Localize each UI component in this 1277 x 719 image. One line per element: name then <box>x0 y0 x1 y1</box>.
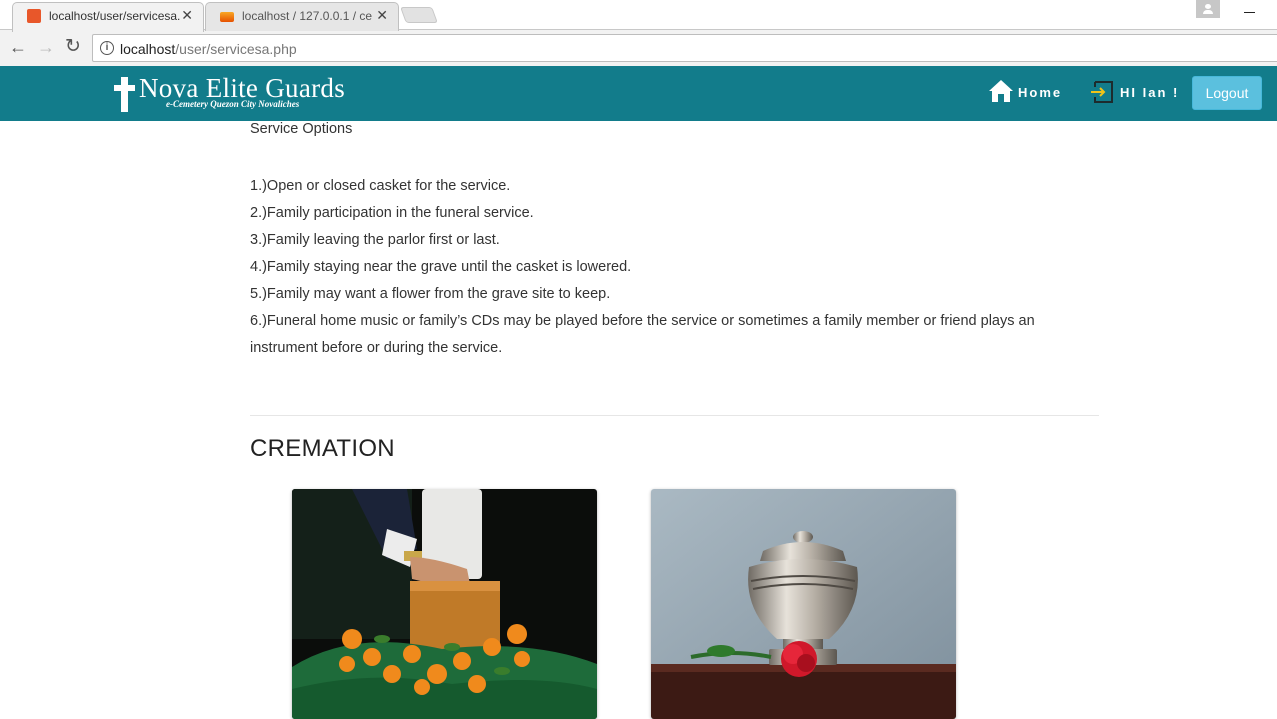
service-options-heading: Service Options <box>250 121 353 137</box>
url-text: localhost/user/servicesa.php <box>120 41 297 57</box>
section-divider <box>250 415 1099 416</box>
list-item: 6.)Funeral home music or family’s CDs ma… <box>250 313 1035 356</box>
tab-strip: localhost/user/servicesa.p ✕ localhost /… <box>0 0 1277 32</box>
close-tab-icon[interactable]: ✕ <box>376 7 388 24</box>
minimize-icon[interactable] <box>1244 12 1255 13</box>
reload-icon[interactable]: ↻ <box>65 37 81 57</box>
new-tab-button[interactable] <box>400 7 438 23</box>
list-item: 2.)Family participation in the funeral s… <box>250 205 534 221</box>
info-icon[interactable]: i <box>100 41 114 55</box>
list-item: 1.)Open or closed casket for the service… <box>250 178 511 194</box>
url-host: localhost <box>120 41 176 57</box>
cremation-urn-photo <box>651 489 956 719</box>
cremation-box-photo <box>292 489 597 719</box>
url-path: /user/servicesa.php <box>175 41 297 57</box>
browser-toolbar: ← → ↻ i localhost/user/servicesa.php <box>0 31 1277 66</box>
address-bar[interactable]: i localhost/user/servicesa.php <box>92 34 1277 62</box>
xampp-favicon-icon <box>27 9 41 23</box>
tab-title: localhost/user/servicesa.p <box>49 9 181 23</box>
list-item: 4.)Family staying near the grave until t… <box>250 259 632 275</box>
logo-tagline: e-Cemetery Quezon City Novaliches <box>166 99 300 109</box>
cremation-heading: CREMATION <box>250 435 395 462</box>
tab-servicesa[interactable]: localhost/user/servicesa.p ✕ <box>12 2 204 32</box>
browser-chrome: localhost/user/servicesa.p ✕ localhost /… <box>0 0 1277 66</box>
site-header: Nova Elite Guards e-Cemetery Quezon City… <box>0 66 1277 121</box>
list-item: 5.)Family may want a flower from the gra… <box>250 286 611 302</box>
user-profile-icon[interactable] <box>1196 0 1220 18</box>
user-greeting[interactable]: HI Ian ! <box>1120 85 1179 100</box>
cross-icon <box>121 77 128 112</box>
back-arrow-icon[interactable]: ← <box>9 37 27 57</box>
sign-in-icon <box>1091 81 1113 103</box>
forward-arrow-icon[interactable]: → <box>37 37 55 57</box>
home-link[interactable]: Home <box>1018 85 1062 100</box>
service-options-list: 1.)Open or closed casket for the service… <box>250 173 1070 362</box>
tab-phpmyadmin[interactable]: localhost / 127.0.0.1 / ce ✕ <box>205 2 399 31</box>
list-item: 3.)Family leaving the parlor first or la… <box>250 232 500 248</box>
tab-title: localhost / 127.0.0.1 / ce <box>242 9 373 23</box>
phpmyadmin-favicon-icon <box>220 12 234 22</box>
close-tab-icon[interactable]: ✕ <box>181 7 193 24</box>
logout-button[interactable]: Logout <box>1192 76 1262 110</box>
home-icon[interactable] <box>988 79 1014 103</box>
